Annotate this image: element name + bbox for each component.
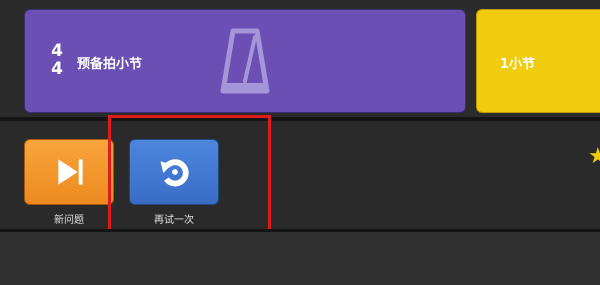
time-signature: 4 4 [49,42,65,78]
metronome-icon [220,28,270,94]
retry-label: 再试一次 [154,215,194,226]
skip-next-icon [58,159,83,185]
retry-icon [160,159,189,187]
new-question-label: 新问题 [54,215,84,226]
new-question-button[interactable] [24,139,114,205]
bottom-panel [0,232,600,285]
divider [0,117,600,121]
measure-count-label: 1小节 [500,57,536,72]
count-in-measures-card[interactable]: 4 4 预备拍小节 [24,9,466,113]
count-in-label: 预备拍小节 [77,57,143,72]
star-icon[interactable]: ★ [588,146,600,168]
retry-button[interactable] [129,139,219,205]
time-signature-bottom: 4 [51,59,63,79]
time-signature-top: 4 [51,41,63,61]
measure-count-card[interactable]: 1小节 [476,9,600,113]
